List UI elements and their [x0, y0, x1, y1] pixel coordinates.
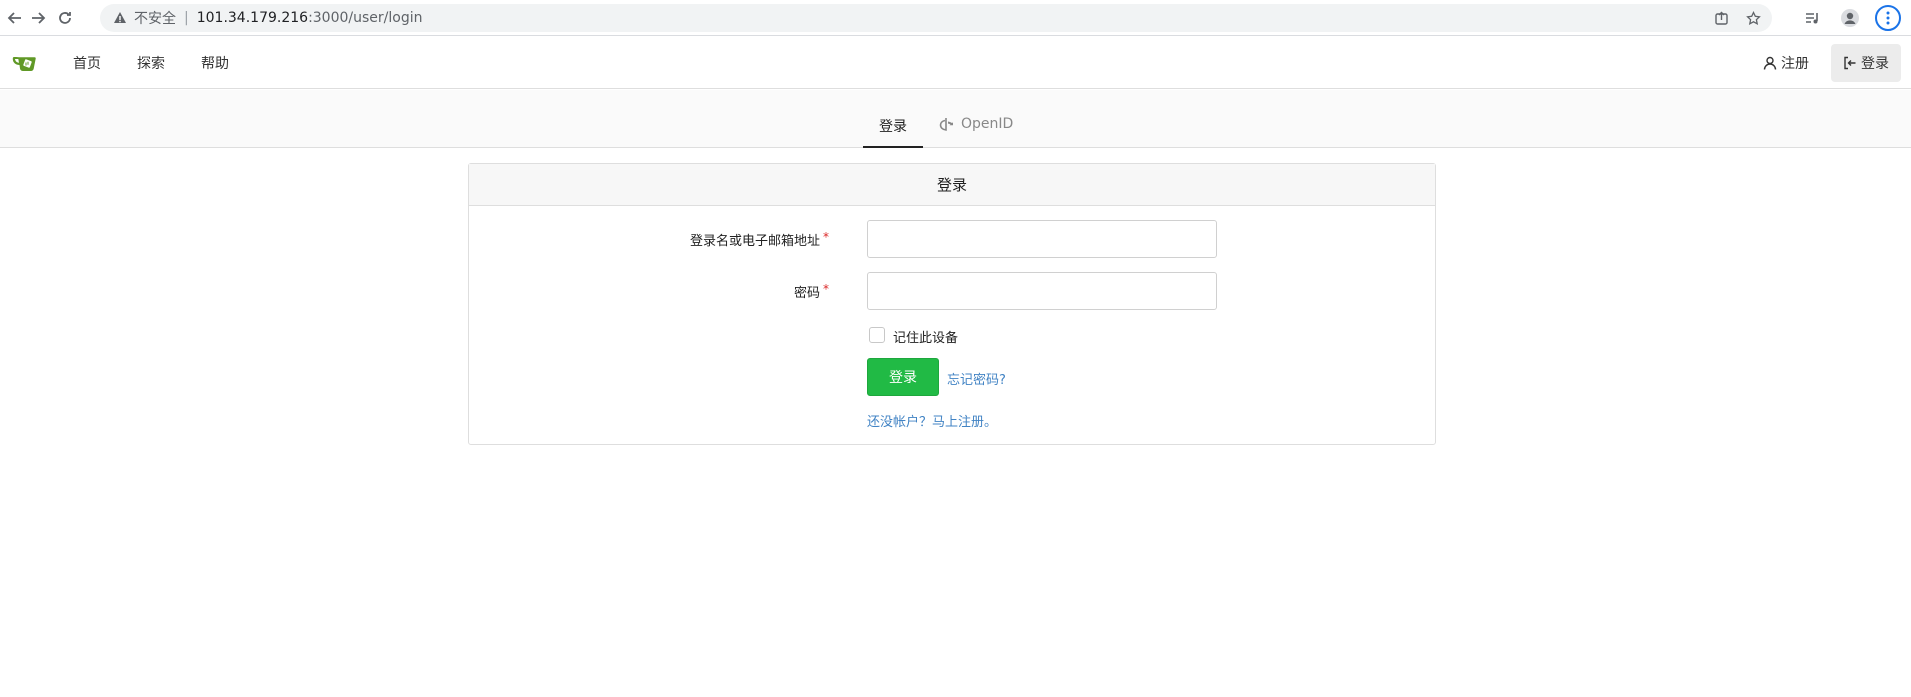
profile-avatar-icon[interactable]	[1837, 5, 1863, 31]
password-input[interactable]	[867, 272, 1217, 310]
omnibox-separator: |	[184, 10, 189, 26]
forgot-password-link[interactable]: 忘记密码?	[947, 369, 1006, 388]
share-icon[interactable]	[1712, 9, 1730, 27]
header-actions: 注册 登录	[1763, 44, 1901, 82]
kebab-menu-icon[interactable]	[1875, 5, 1901, 31]
auth-tabs: 登录 OpenID	[0, 90, 1911, 148]
tab-login[interactable]: 登录	[863, 116, 923, 148]
register-label: 注册	[1781, 56, 1809, 72]
login-submit-button[interactable]: 登录	[867, 358, 939, 396]
card-title: 登录	[469, 164, 1435, 206]
sign-in-icon	[1844, 56, 1856, 70]
browser-extensions	[1799, 5, 1901, 31]
nav-explore[interactable]: 探索	[137, 53, 165, 73]
password-label-text: 密码	[793, 286, 820, 301]
browser-toolbar: 不安全 | 101.34.179.216:3000/user/login	[0, 0, 1911, 36]
back-arrow-icon[interactable]	[4, 7, 26, 29]
tab-openid-label: OpenID	[961, 116, 1014, 132]
insecure-label[interactable]: 不安全	[134, 8, 176, 28]
openid-icon	[939, 118, 953, 131]
url-path: :3000/user/login	[308, 10, 423, 26]
remember-device-label[interactable]: 记住此设备	[893, 327, 958, 346]
url-text[interactable]: 101.34.179.216:3000/user/login	[197, 10, 423, 26]
header-login-button[interactable]: 登录	[1831, 44, 1901, 82]
nav-home[interactable]: 首页	[73, 53, 101, 73]
required-mark: *	[823, 230, 829, 244]
username-label-text: 登录名或电子邮箱地址	[689, 234, 820, 249]
nav-help[interactable]: 帮助	[201, 53, 229, 73]
forward-arrow-icon[interactable]	[27, 7, 49, 29]
login-form-card: 登录 登录名或电子邮箱地址 * 密码 * 记住此设备 登录 忘记密码? 还没帐户？马…	[468, 163, 1436, 445]
address-bar[interactable]: 不安全 | 101.34.179.216:3000/user/login	[100, 4, 1772, 32]
tab-openid[interactable]: OpenID	[939, 116, 1013, 148]
media-playlist-icon[interactable]	[1799, 5, 1825, 31]
reload-icon[interactable]	[54, 7, 76, 29]
site-header: 首页 探索 帮助 注册 登录	[0, 37, 1911, 89]
header-login-label: 登录	[1861, 56, 1889, 72]
warning-triangle-icon[interactable]	[112, 10, 128, 26]
required-mark: *	[823, 282, 829, 296]
omnibox-actions	[1712, 9, 1762, 27]
remember-device-checkbox[interactable]	[869, 327, 885, 343]
username-label: 登录名或电子邮箱地址 *	[529, 230, 829, 249]
signup-link[interactable]: 还没帐户？马上注册。	[867, 411, 997, 430]
user-icon	[1763, 56, 1777, 70]
gitea-logo-icon[interactable]	[12, 51, 42, 75]
bookmark-star-icon[interactable]	[1744, 9, 1762, 27]
url-host: 101.34.179.216	[196, 10, 309, 26]
username-input[interactable]	[867, 220, 1217, 258]
register-link[interactable]: 注册	[1763, 53, 1809, 73]
password-label: 密码 *	[529, 282, 829, 301]
